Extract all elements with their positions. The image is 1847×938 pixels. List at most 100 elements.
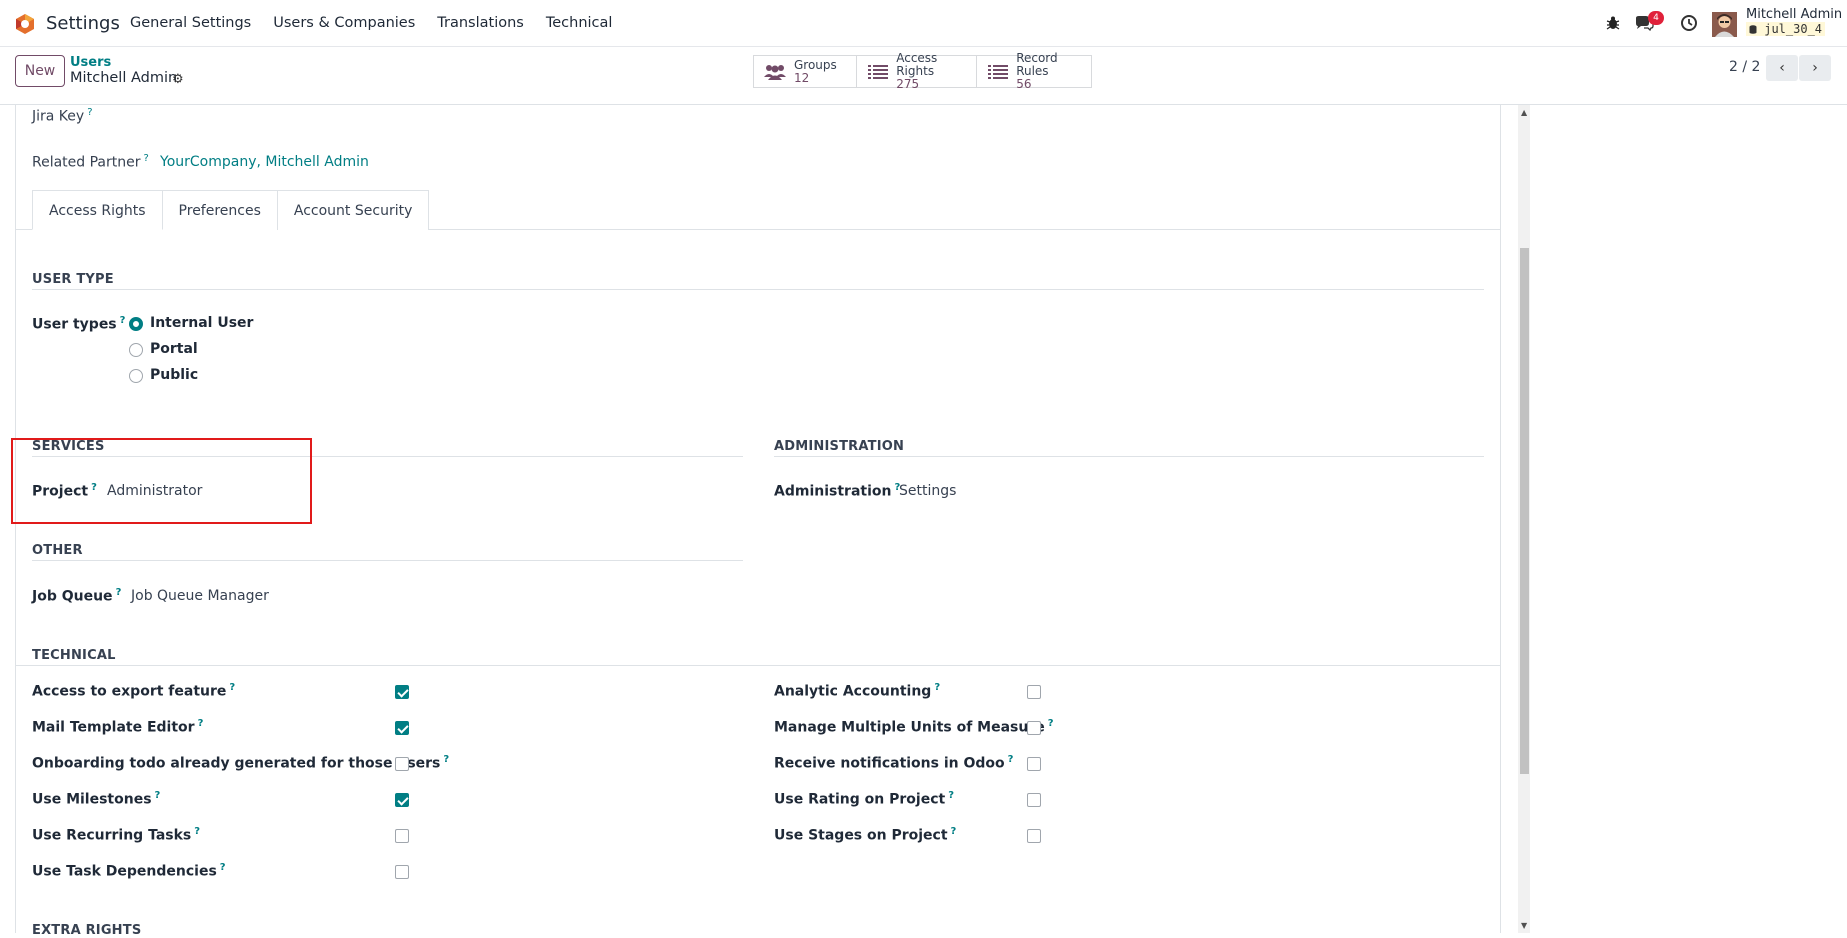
smart-button-value: 12	[794, 70, 810, 85]
gear-icon[interactable]: ⚙	[172, 72, 184, 87]
job-queue-text: Job Queue	[32, 588, 113, 605]
menu-technical[interactable]: Technical	[546, 15, 613, 31]
checkbox-rating-project[interactable]	[1027, 793, 1041, 807]
checkbox-use-milestones[interactable]	[395, 793, 409, 807]
control-panel: New Users Mitchell Admin ⚙ Groups 12 Acce…	[0, 48, 1847, 105]
breadcrumb-users[interactable]: Users	[70, 55, 111, 70]
tech-right-text-1: Manage Multiple Units of Measure	[774, 719, 1045, 736]
help-icon[interactable]: ?	[1008, 754, 1014, 765]
help-icon[interactable]: ?	[220, 862, 226, 873]
help-icon[interactable]: ?	[934, 682, 940, 693]
scroll-up-arrow-icon[interactable]: ▲	[1521, 108, 1527, 117]
smart-button-label: Groups	[794, 57, 837, 72]
pager-previous-button[interactable]: ‹	[1766, 55, 1798, 81]
checkbox-use-task-dependencies[interactable]	[395, 865, 409, 879]
user-avatar[interactable]	[1712, 12, 1737, 37]
help-icon[interactable]: ?	[443, 754, 449, 765]
scrollbar-thumb[interactable]	[1520, 248, 1529, 774]
smart-button-access-rights[interactable]: Access Rights 275	[856, 51, 977, 91]
database-icon	[1749, 25, 1757, 34]
tech-left-label-5: Use Task Dependencies?	[32, 862, 226, 880]
scroll-down-arrow-icon[interactable]: ▼	[1521, 921, 1527, 930]
section-divider	[774, 456, 1484, 457]
administration-value[interactable]: Settings	[899, 483, 956, 499]
help-icon[interactable]: ?	[87, 107, 92, 118]
help-icon[interactable]: ?	[951, 826, 957, 837]
list-icon	[987, 62, 1008, 82]
checkbox-use-recurring-tasks[interactable]	[395, 829, 409, 843]
help-icon[interactable]: ?	[194, 826, 200, 837]
list-icon	[867, 62, 888, 82]
job-queue-label: Job Queue?	[32, 587, 121, 605]
menu-general-settings[interactable]: General Settings	[130, 15, 251, 31]
smart-button-groups[interactable]: Groups 12	[753, 55, 857, 88]
related-partner-text: Related Partner	[32, 154, 141, 171]
radio-label-portal[interactable]: Portal	[150, 341, 198, 357]
tech-left-text-4: Use Recurring Tasks	[32, 827, 192, 844]
radio-portal[interactable]	[129, 343, 143, 357]
pager-next-button[interactable]: ›	[1799, 55, 1831, 81]
smart-button-label: Record Rules	[1016, 51, 1058, 78]
tech-right-text-0: Analytic Accounting	[774, 683, 932, 700]
tech-right-text-4: Use Stages on Project	[774, 827, 948, 844]
smart-button-value: 275	[896, 77, 920, 91]
odoo-logo-icon[interactable]	[14, 13, 36, 35]
checkbox-stages-project[interactable]	[1027, 829, 1041, 843]
new-button[interactable]: New	[15, 55, 65, 87]
tech-left-label-1: Mail Template Editor?	[32, 718, 203, 736]
tech-right-label-4: Use Stages on Project?	[774, 826, 956, 844]
help-icon[interactable]: ?	[229, 682, 235, 693]
tab-access-rights[interactable]: Access Rights	[32, 190, 163, 230]
bug-icon[interactable]	[1606, 15, 1620, 31]
pager-value[interactable]: 2 / 2	[1729, 59, 1760, 75]
radio-label-public[interactable]: Public	[150, 367, 198, 383]
clock-icon[interactable]	[1680, 14, 1698, 32]
checkbox-notifications-odoo[interactable]	[1027, 757, 1041, 771]
app-name[interactable]: Settings	[46, 13, 120, 34]
menu-users-companies[interactable]: Users & Companies	[273, 15, 415, 31]
administration-label: Administration?	[774, 482, 900, 500]
radio-internal-user[interactable]	[129, 317, 143, 331]
tech-right-label-3: Use Rating on Project?	[774, 790, 954, 808]
tech-right-text-3: Use Rating on Project	[774, 791, 946, 808]
administration-text: Administration	[774, 483, 892, 500]
highlight-box	[11, 438, 312, 524]
checkbox-onboarding-todo[interactable]	[395, 757, 409, 771]
related-partner-label: Related Partner?	[32, 153, 149, 171]
tab-account-security[interactable]: Account Security	[276, 190, 430, 230]
menu-translations[interactable]: Translations	[437, 15, 524, 31]
smart-button-label: Access Rights	[896, 51, 938, 78]
help-icon[interactable]: ?	[1048, 718, 1054, 729]
help-icon[interactable]: ?	[948, 790, 954, 801]
section-divider	[32, 560, 743, 561]
chevron-right-icon: ›	[1812, 60, 1818, 76]
help-icon[interactable]: ?	[155, 790, 161, 801]
radio-label-internal-user[interactable]: Internal User	[150, 315, 253, 331]
tech-left-text-2: Onboarding todo already generated for th…	[32, 755, 441, 772]
job-queue-value[interactable]: Job Queue Manager	[131, 588, 269, 604]
checkbox-analytic-accounting[interactable]	[1027, 685, 1041, 699]
user-name[interactable]: Mitchell Admin	[1746, 7, 1842, 22]
section-title-user-type: USER TYPE	[32, 272, 114, 287]
checkbox-multiple-uom[interactable]	[1027, 721, 1041, 735]
help-icon[interactable]: ?	[144, 153, 149, 164]
section-divider	[15, 665, 1501, 666]
tech-left-label-2: Onboarding todo already generated for th…	[32, 754, 449, 772]
tab-preferences[interactable]: Preferences	[161, 190, 278, 230]
radio-public[interactable]	[129, 369, 143, 383]
checkbox-access-export[interactable]	[395, 685, 409, 699]
chevron-left-icon: ‹	[1779, 60, 1785, 76]
tech-left-text-1: Mail Template Editor	[32, 719, 195, 736]
avatar-image-icon	[1712, 12, 1737, 37]
checkbox-mail-template-editor[interactable]	[395, 721, 409, 735]
messages-count-badge: 4	[1648, 11, 1664, 25]
user-types-text: User types	[32, 316, 117, 333]
tech-right-text-2: Receive notifications in Odoo	[774, 755, 1005, 772]
tech-left-text-3: Use Milestones	[32, 791, 152, 808]
help-icon[interactable]: ?	[198, 718, 204, 729]
section-title-extra-rights: EXTRA RIGHTS	[32, 923, 142, 938]
help-icon[interactable]: ?	[120, 315, 126, 326]
smart-button-record-rules[interactable]: Record Rules 56	[976, 51, 1092, 91]
related-partner-link[interactable]: YourCompany, Mitchell Admin	[160, 154, 369, 170]
help-icon[interactable]: ?	[116, 587, 122, 598]
